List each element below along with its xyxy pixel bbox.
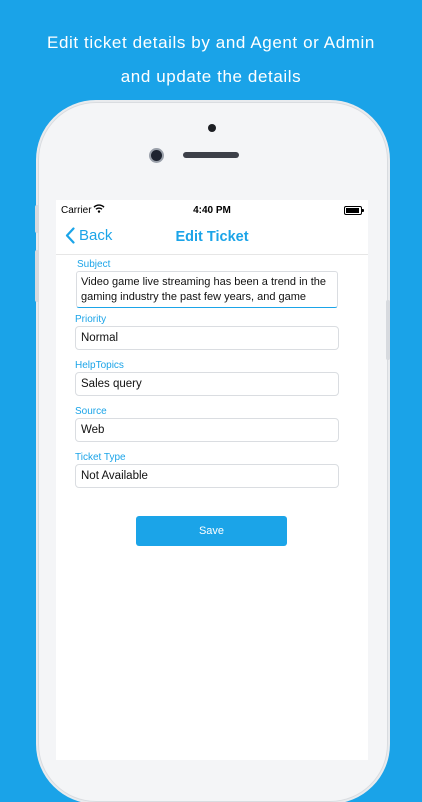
battery-icon [344, 206, 364, 215]
phone-side-button-right [386, 300, 390, 360]
promo-headline-line2: and update the details [120, 67, 302, 86]
phone-side-button-left-lower [35, 250, 39, 302]
help-topics-field[interactable]: Sales query [75, 372, 339, 396]
phone-camera [151, 150, 162, 161]
priority-label: Priority [75, 314, 107, 325]
subject-textarea[interactable]: Video game live streaming has been a tre… [76, 271, 338, 308]
source-field[interactable]: Web [75, 418, 339, 442]
page-title: Edit Ticket [175, 229, 249, 245]
status-time: 4:40 PM [193, 205, 231, 216]
promo-headline-line1: Edit ticket details by and Agent or Admi… [47, 33, 375, 52]
subject-label: Subject [77, 259, 111, 270]
save-button[interactable]: Save [136, 516, 287, 546]
phone-side-button-left [35, 205, 39, 233]
subject-text-line1: Video game live streaming has been a tre… [81, 276, 327, 288]
app-screen: Carrier 4:40 PM Back Edit Ticket Subject… [56, 200, 368, 760]
status-bar: Carrier 4:40 PM [56, 200, 368, 220]
source-label: Source [75, 406, 107, 417]
nav-bar: Back Edit Ticket [56, 222, 368, 255]
ticket-type-field[interactable]: Not Available [75, 464, 339, 488]
help-topics-label: HelpTopics [75, 360, 124, 371]
phone-speaker [183, 152, 239, 158]
ticket-type-label: Ticket Type [75, 452, 126, 463]
priority-field[interactable]: Normal [75, 326, 339, 350]
phone-sensor [208, 124, 216, 132]
subject-text-line2: gaming industry the past few years, and … [81, 290, 307, 303]
